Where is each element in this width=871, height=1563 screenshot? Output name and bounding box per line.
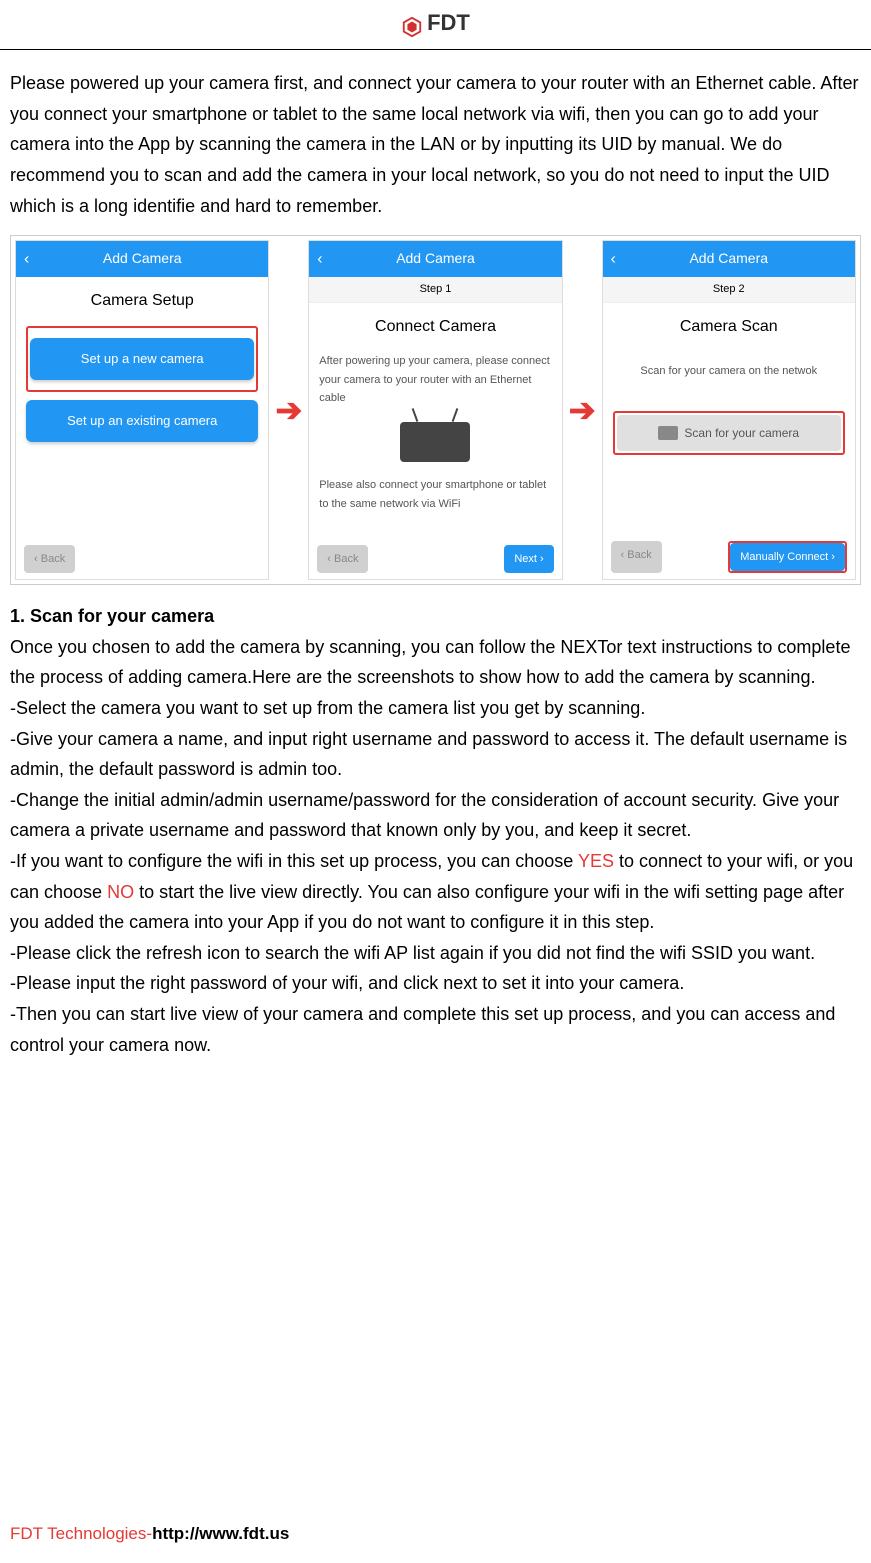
step-password: -Please input the right password of your…	[10, 968, 861, 999]
topbar-title: Add Camera	[689, 250, 768, 266]
text: to start the live view directly. You can…	[10, 882, 844, 933]
screen-footer: ‹ Back Next ›	[309, 539, 561, 580]
next-button[interactable]: Next ›	[504, 545, 553, 574]
screen-title: Camera Scan	[603, 303, 855, 346]
step-label: Step 2	[603, 277, 855, 303]
scan-button[interactable]: Scan for your camera	[617, 415, 841, 451]
app-topbar: ‹ Add Camera	[16, 241, 268, 277]
connect-desc-2: Please also connect your smartphone or t…	[319, 476, 551, 513]
topbar-title: Add Camera	[103, 250, 182, 266]
back-button[interactable]: ‹ Back	[317, 545, 368, 574]
page-header: FDT	[0, 0, 871, 50]
page-footer: FDT Technologies-http://www.fdt.us	[10, 1520, 289, 1549]
brand-logo: FDT	[401, 4, 470, 41]
section-heading: 1. Scan for your camera	[10, 601, 861, 632]
app-topbar: ‹ Add Camera	[603, 241, 855, 277]
screen-body: Scan for your camera on the netwok Scan …	[603, 346, 855, 535]
step-label: Step 1	[309, 277, 561, 303]
arrow-col: ➔	[275, 240, 302, 580]
app-topbar: ‹ Add Camera	[309, 241, 561, 277]
screen-body: After powering up your camera, please co…	[309, 346, 561, 539]
back-button[interactable]: ‹ Back	[24, 545, 75, 574]
back-label: Back	[334, 553, 358, 565]
highlight-box: Manually Connect ›	[728, 541, 847, 574]
back-button[interactable]: ‹ Back	[611, 541, 662, 574]
page: FDT Please powered up your camera first,…	[0, 0, 871, 1563]
screen-title: Connect Camera	[309, 303, 561, 346]
manual-label: Manually Connect	[740, 551, 828, 563]
chevron-left-icon[interactable]: ‹	[24, 246, 29, 273]
arrow-right-icon: ➔	[569, 383, 596, 437]
step-change-pw: -Change the initial admin/admin username…	[10, 785, 861, 846]
screenshot-camera-setup: ‹ Add Camera Camera Setup Set up a new c…	[15, 240, 269, 580]
highlight-box: Scan for your camera	[613, 411, 845, 455]
screen-body: Set up a new camera Set up an existing c…	[16, 320, 268, 538]
step-refresh: -Please click the refresh icon to search…	[10, 938, 861, 969]
step-liveview: -Then you can start live view of your ca…	[10, 999, 861, 1060]
screen-footer: ‹ Back Manually Connect ›	[603, 535, 855, 580]
highlight-box: Set up a new camera	[26, 326, 258, 392]
content: Please powered up your camera first, and…	[0, 50, 871, 1070]
arrow-col: ➔	[569, 240, 596, 580]
screenshot-row: ‹ Add Camera Camera Setup Set up a new c…	[10, 235, 861, 585]
new-camera-button[interactable]: Set up a new camera	[30, 338, 254, 380]
router-icon	[400, 422, 470, 462]
section-intro: Once you chosen to add the camera by sca…	[10, 632, 861, 693]
step-name: -Give your camera a name, and input righ…	[10, 724, 861, 785]
back-label: Back	[41, 553, 65, 565]
arrow-right-icon: ➔	[275, 383, 302, 437]
screenshot-connect-camera: ‹ Add Camera Step 1 Connect Camera After…	[308, 240, 562, 580]
brand-text: FDT	[427, 4, 470, 41]
scan-label: Scan for your camera	[684, 423, 799, 443]
scan-desc: Scan for your camera on the netwok	[613, 362, 845, 381]
no-text: NO	[107, 882, 134, 902]
screen-footer: ‹ Back	[16, 539, 268, 580]
back-label: Back	[627, 549, 651, 561]
existing-camera-button[interactable]: Set up an existing camera	[26, 400, 258, 442]
yes-text: YES	[578, 851, 614, 871]
hexagon-icon	[401, 12, 423, 34]
chevron-left-icon[interactable]: ‹	[611, 246, 616, 273]
camera-icon	[658, 426, 678, 440]
intro-paragraph: Please powered up your camera first, and…	[10, 68, 861, 221]
next-label: Next	[514, 553, 537, 565]
manual-connect-button[interactable]: Manually Connect ›	[730, 543, 845, 572]
footer-company: FDT Technologies-	[10, 1524, 152, 1543]
screen-title: Camera Setup	[16, 277, 268, 320]
topbar-title: Add Camera	[396, 250, 475, 266]
step-wifi: -If you want to configure the wifi in th…	[10, 846, 861, 938]
screenshot-camera-scan: ‹ Add Camera Step 2 Camera Scan Scan for…	[602, 240, 856, 580]
connect-desc-1: After powering up your camera, please co…	[319, 352, 551, 408]
footer-url[interactable]: http://www.fdt.us	[152, 1524, 289, 1543]
chevron-left-icon[interactable]: ‹	[317, 246, 322, 273]
step-select: -Select the camera you want to set up fr…	[10, 693, 861, 724]
text: -If you want to configure the wifi in th…	[10, 851, 578, 871]
